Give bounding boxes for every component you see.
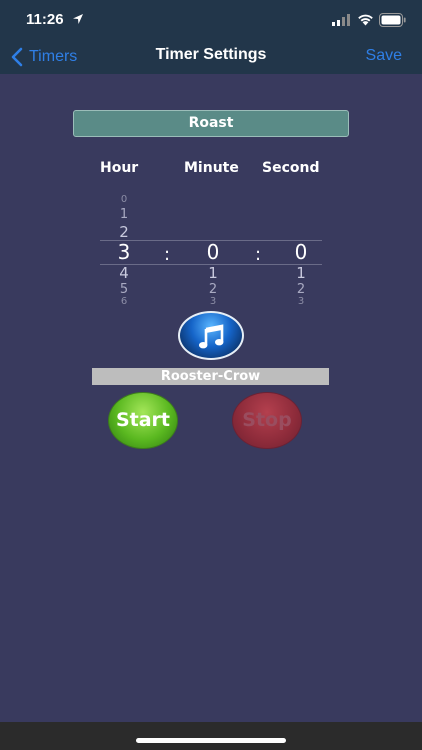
minute-option[interactable]: 3 xyxy=(193,296,233,308)
location-arrow-icon xyxy=(73,14,83,24)
hour-option[interactable]: 0 xyxy=(104,194,144,205)
minute-label: Minute xyxy=(184,160,239,176)
time-picker[interactable]: 0 1 2 3 4 5 6 : 0 1 2 3 : 0 1 2 3 xyxy=(100,192,322,308)
hour-option[interactable]: 4 xyxy=(104,264,144,282)
hour-option[interactable]: 5 xyxy=(104,282,144,297)
second-selected[interactable]: 0 xyxy=(281,240,321,264)
cellular-signal-icon xyxy=(332,14,350,26)
status-bar: 11:26 xyxy=(0,0,422,40)
timer-name-field[interactable]: Roast xyxy=(73,110,349,137)
second-label: Second xyxy=(262,160,320,176)
minute-option[interactable]: 1 xyxy=(193,264,233,282)
hour-label: Hour xyxy=(100,160,139,176)
hour-option[interactable]: 6 xyxy=(104,296,144,308)
time-separator: : xyxy=(164,244,171,265)
sound-name-label: Rooster-Crow xyxy=(92,368,329,385)
second-option[interactable]: 3 xyxy=(281,296,321,308)
navigation-bar: Timers Timer Settings Save xyxy=(0,40,422,74)
second-option[interactable]: 2 xyxy=(281,282,321,297)
stop-button: Stop xyxy=(232,392,302,449)
start-button[interactable]: Start xyxy=(108,392,178,449)
wifi-icon xyxy=(358,14,373,26)
minute-selected[interactable]: 0 xyxy=(193,240,233,264)
battery-icon xyxy=(379,13,406,27)
hour-selected[interactable]: 3 xyxy=(104,240,144,264)
hour-option[interactable]: 2 xyxy=(104,223,144,241)
home-indicator[interactable] xyxy=(136,738,286,743)
music-note-icon xyxy=(199,324,224,349)
sound-picker-button[interactable] xyxy=(178,311,244,360)
hour-option[interactable]: 1 xyxy=(104,207,144,222)
status-time: 11:26 xyxy=(26,11,64,28)
home-indicator-area xyxy=(0,722,422,750)
time-separator: : xyxy=(255,244,262,265)
minute-option[interactable]: 2 xyxy=(193,282,233,297)
second-option[interactable]: 1 xyxy=(281,264,321,282)
save-button[interactable]: Save xyxy=(366,47,402,65)
page-title: Timer Settings xyxy=(155,46,267,63)
